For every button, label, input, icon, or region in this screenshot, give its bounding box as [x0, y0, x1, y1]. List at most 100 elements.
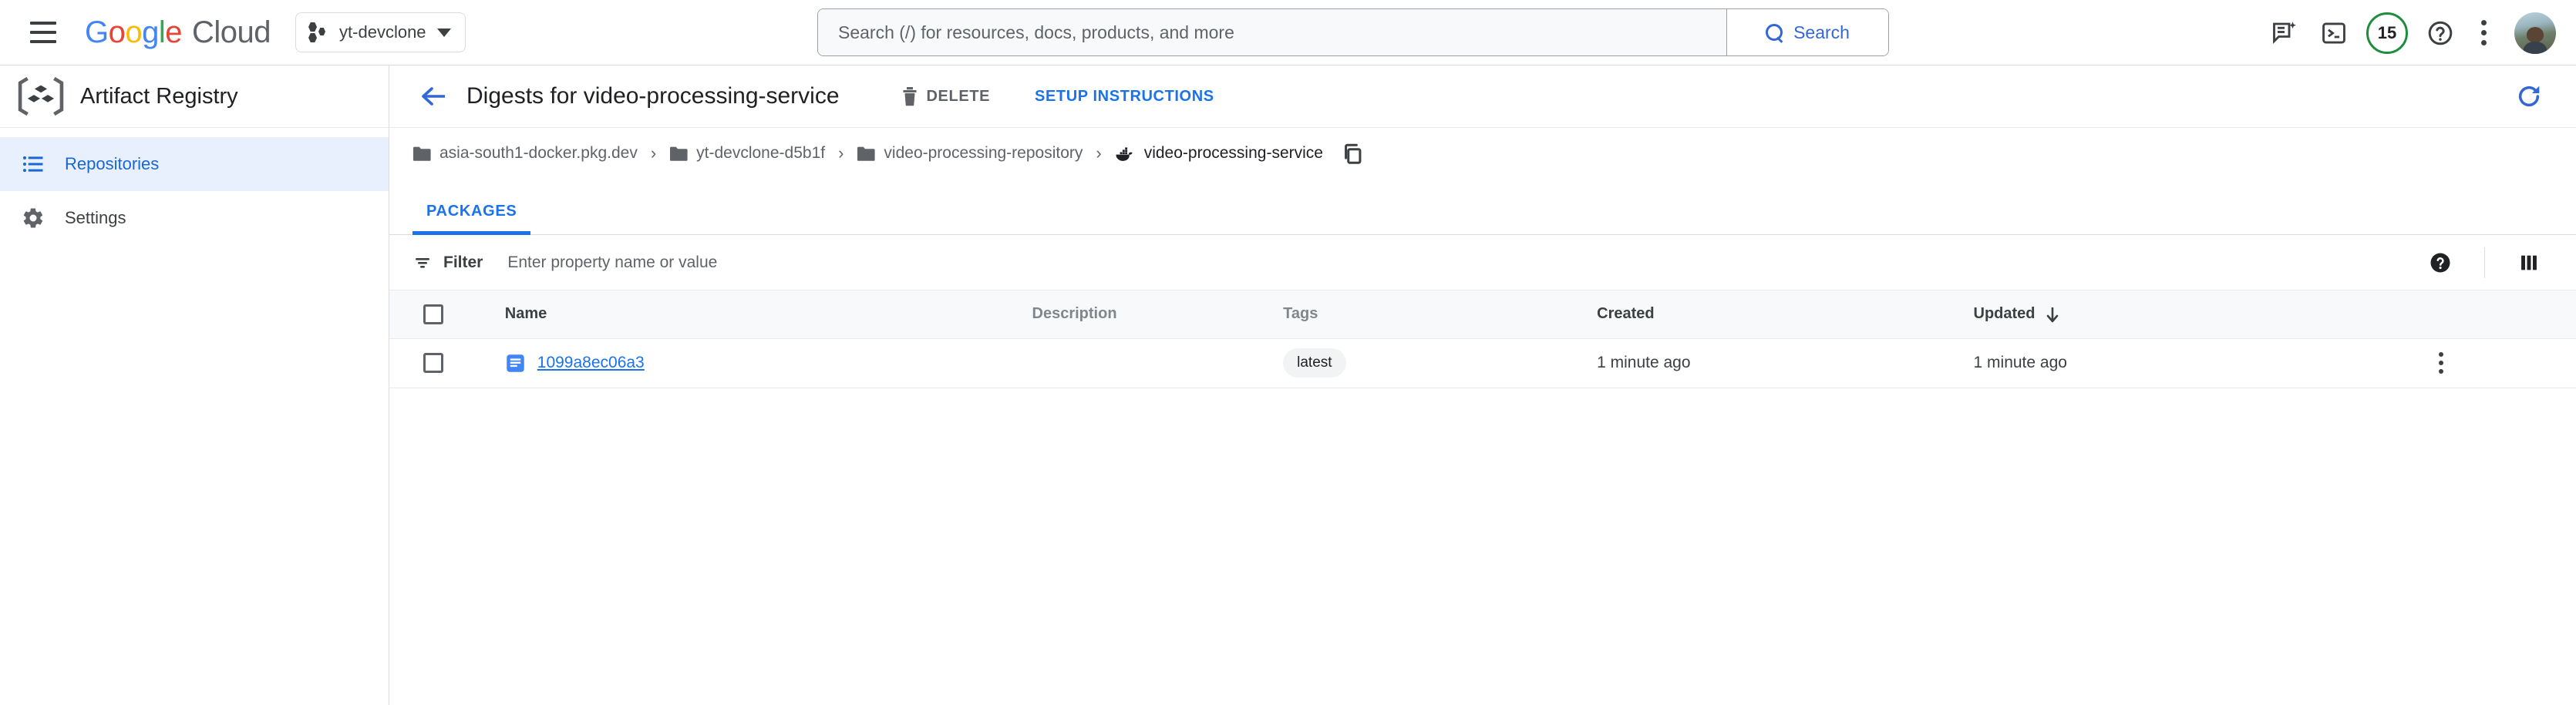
- dot: [2481, 30, 2487, 35]
- delete-button[interactable]: DELETE: [887, 76, 1005, 116]
- sort-control-updated[interactable]: Updated: [1974, 305, 2060, 324]
- app-shell: Artifact Registry Repositories Settings: [0, 65, 2576, 705]
- refresh-icon[interactable]: [2508, 76, 2550, 117]
- artifact-registry-icon: [17, 77, 65, 116]
- sidebar-nav: Repositories Settings: [0, 128, 389, 245]
- search-icon: [1766, 24, 1783, 42]
- logo-letter: o: [125, 15, 142, 50]
- search-input[interactable]: [818, 9, 1726, 55]
- sidebar: Artifact Registry Repositories Settings: [0, 65, 389, 705]
- help-filled-icon[interactable]: [2419, 242, 2461, 284]
- dot: [2481, 40, 2487, 45]
- tag-chip: latest: [1283, 348, 1345, 378]
- row-description-cell: [1032, 338, 1284, 388]
- breadcrumb-label: yt-devclone-d5b1f: [696, 144, 825, 163]
- row-tags-cell: latest: [1283, 338, 1597, 388]
- search-button-label: Search: [1793, 22, 1850, 43]
- breadcrumb: asia-south1-docker.pkg.dev › yt-devclone…: [389, 128, 2576, 179]
- sidebar-item-repositories[interactable]: Repositories: [0, 137, 389, 191]
- column-header-tags[interactable]: Tags: [1283, 290, 1597, 338]
- column-header-name[interactable]: Name: [505, 290, 1032, 338]
- cloud-shell-icon[interactable]: [2311, 10, 2357, 56]
- google-cloud-logo[interactable]: GoogleCloud: [85, 15, 271, 50]
- filter-label: Filter: [443, 253, 483, 272]
- breadcrumb-item-registry[interactable]: asia-south1-docker.pkg.dev: [412, 144, 638, 163]
- hamburger-bar: [30, 40, 56, 43]
- back-arrow-icon[interactable]: [412, 76, 454, 117]
- logo-letter: g: [142, 15, 159, 50]
- breadcrumb-separator: ›: [651, 143, 656, 163]
- hamburger-bar: [30, 31, 56, 34]
- main-content: Digests for video-processing-service DEL…: [389, 65, 2576, 705]
- avatar[interactable]: [2514, 12, 2556, 54]
- copy-icon[interactable]: [1339, 139, 1366, 167]
- page-header: Digests for video-processing-service DEL…: [389, 65, 2576, 128]
- select-all-header: [389, 290, 505, 338]
- top-app-bar: GoogleCloud yt-devclone Search: [0, 0, 2576, 65]
- dot: [2439, 369, 2443, 374]
- select-all-checkbox[interactable]: [423, 304, 443, 324]
- gear-icon: [22, 206, 45, 230]
- packages-table: Name Description Tags Created Updated: [389, 290, 2576, 388]
- help-icon[interactable]: [2417, 10, 2463, 56]
- column-header-updated[interactable]: Updated: [1974, 290, 2426, 338]
- breadcrumb-separator: ›: [838, 143, 844, 163]
- hamburger-bar: [30, 22, 56, 25]
- breadcrumb-label: video-processing-repository: [884, 144, 1083, 163]
- tab-packages[interactable]: PACKAGES: [412, 188, 530, 234]
- more-options-icon[interactable]: [2467, 12, 2500, 54]
- sidebar-item-label: Repositories: [65, 154, 159, 174]
- logo-letter: l: [159, 15, 165, 50]
- sidebar-item-settings[interactable]: Settings: [0, 191, 389, 245]
- column-header-label: Created: [1597, 305, 1654, 322]
- tab-label: PACKAGES: [426, 203, 517, 220]
- row-created-cell: 1 minute ago: [1597, 338, 1973, 388]
- setup-instructions-button[interactable]: SETUP INSTRUCTIONS: [1021, 76, 1228, 116]
- logo-letter: e: [165, 15, 182, 50]
- delete-button-label: DELETE: [927, 88, 991, 106]
- search-button[interactable]: Search: [1726, 9, 1888, 55]
- list-icon: [22, 153, 45, 176]
- filter-input[interactable]: [506, 253, 1092, 273]
- hamburger-menu-icon[interactable]: [23, 12, 63, 52]
- sidebar-header: Artifact Registry: [0, 65, 389, 128]
- project-name: yt-devclone: [339, 22, 426, 42]
- chevron-down-icon: [437, 29, 451, 37]
- tab-bar: PACKAGES: [389, 188, 2576, 235]
- package-name-link[interactable]: 1099a8ec06a3: [537, 354, 645, 372]
- page-title: Digests for video-processing-service: [466, 83, 840, 109]
- filter-icon: [412, 253, 433, 272]
- column-header-actions: [2426, 290, 2576, 338]
- sidebar-product-title: Artifact Registry: [80, 84, 238, 109]
- sidebar-item-label: Settings: [65, 208, 126, 228]
- top-bar-actions: 15: [2261, 0, 2556, 65]
- setup-instructions-label: SETUP INSTRUCTIONS: [1035, 88, 1214, 106]
- gemini-chat-icon[interactable]: [2261, 10, 2308, 56]
- breadcrumb-item-project[interactable]: yt-devclone-d5b1f: [669, 144, 825, 163]
- column-header-description[interactable]: Description: [1032, 290, 1284, 338]
- dot: [2439, 352, 2443, 357]
- dot: [308, 22, 317, 32]
- row-more-icon[interactable]: [2426, 352, 2456, 374]
- project-dots-icon: [308, 22, 328, 42]
- column-header-label: Tags: [1283, 305, 1318, 322]
- filter-button[interactable]: Filter: [412, 253, 483, 272]
- table-header-row: Name Description Tags Created Updated: [389, 290, 2576, 338]
- breadcrumb-label: asia-south1-docker.pkg.dev: [439, 144, 638, 163]
- arrow-down-icon: [2045, 305, 2060, 324]
- project-picker[interactable]: yt-devclone: [295, 12, 466, 52]
- table-row[interactable]: 1099a8ec06a3 latest 1 minute ago 1 minut…: [389, 338, 2576, 388]
- column-display-icon[interactable]: [2508, 242, 2550, 284]
- trash-icon: [901, 86, 918, 106]
- dot: [2439, 361, 2443, 365]
- column-header-created[interactable]: Created: [1597, 290, 1973, 338]
- global-search: Search: [817, 8, 1889, 56]
- dot: [308, 33, 317, 42]
- row-name-cell: 1099a8ec06a3: [505, 338, 1032, 388]
- column-header-label: Description: [1032, 305, 1117, 322]
- package-name-container: 1099a8ec06a3: [505, 353, 1032, 374]
- row-updated-cell: 1 minute ago: [1974, 338, 2426, 388]
- row-checkbox[interactable]: [423, 353, 443, 373]
- breadcrumb-item-repository[interactable]: video-processing-repository: [857, 144, 1083, 163]
- free-trial-credits-badge[interactable]: 15: [2366, 12, 2408, 54]
